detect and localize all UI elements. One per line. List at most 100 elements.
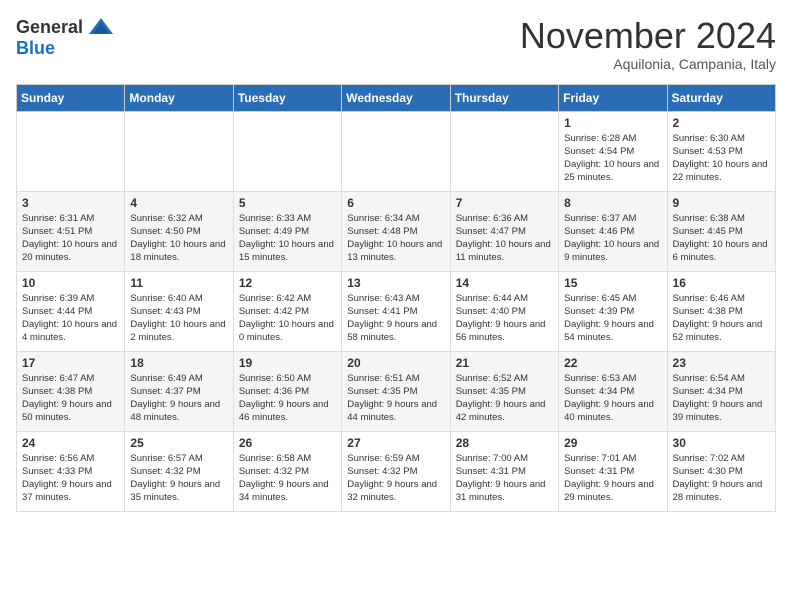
calendar-day-header: Sunday (17, 84, 125, 111)
day-info-text: Sunrise: 6:56 AM Sunset: 4:33 PM Dayligh… (22, 452, 119, 505)
day-info-text: Sunrise: 6:49 AM Sunset: 4:37 PM Dayligh… (130, 372, 227, 425)
day-info-text: Sunrise: 6:40 AM Sunset: 4:43 PM Dayligh… (130, 292, 227, 345)
calendar-day-cell: 16Sunrise: 6:46 AM Sunset: 4:38 PM Dayli… (667, 271, 775, 351)
calendar-day-header: Friday (559, 84, 667, 111)
day-number: 29 (564, 436, 661, 450)
day-number: 30 (673, 436, 770, 450)
day-number: 24 (22, 436, 119, 450)
calendar-week-row: 3 Sunrise: 6:31 AM Sunset: 4:51 PM Daylig… (17, 191, 776, 271)
calendar-day-cell: 3 Sunrise: 6:31 AM Sunset: 4:51 PM Daylig… (17, 191, 125, 271)
month-title: November 2024 (520, 16, 776, 56)
calendar-day-cell: 12 Sunrise: 6:42 AM Sunset: 4:42 PM Dayli… (233, 271, 341, 351)
day-info-text: Sunrise: 6:37 AM Sunset: 4:46 PM Dayligh… (564, 212, 661, 265)
calendar-day-cell: 22 Sunrise: 6:53 AM Sunset: 4:34 PM Dayli… (559, 351, 667, 431)
day-number: 7 (456, 196, 553, 210)
calendar-week-row: 1Sunrise: 6:28 AM Sunset: 4:54 PM Daylig… (17, 111, 776, 191)
day-number: 15 (564, 276, 661, 290)
day-number: 11 (130, 276, 227, 290)
location-text: Aquilonia, Campania, Italy (520, 56, 776, 72)
day-number: 26 (239, 436, 336, 450)
day-info-text: Sunrise: 6:32 AM Sunset: 4:50 PM Dayligh… (130, 212, 227, 265)
calendar-day-cell: 24 Sunrise: 6:56 AM Sunset: 4:33 PM Dayli… (17, 431, 125, 511)
calendar-day-cell: 15Sunrise: 6:45 AM Sunset: 4:39 PM Dayli… (559, 271, 667, 351)
day-number: 16 (673, 276, 770, 290)
calendar-day-cell: 1Sunrise: 6:28 AM Sunset: 4:54 PM Daylig… (559, 111, 667, 191)
day-number: 17 (22, 356, 119, 370)
day-number: 21 (456, 356, 553, 370)
day-number: 13 (347, 276, 444, 290)
logo: General Blue (16, 16, 115, 59)
day-number: 27 (347, 436, 444, 450)
day-info-text: Sunrise: 6:53 AM Sunset: 4:34 PM Dayligh… (564, 372, 661, 425)
day-info-text: Sunrise: 6:47 AM Sunset: 4:38 PM Dayligh… (22, 372, 119, 425)
day-info-text: Sunrise: 7:02 AM Sunset: 4:30 PM Dayligh… (673, 452, 770, 505)
day-info-text: Sunrise: 6:42 AM Sunset: 4:42 PM Dayligh… (239, 292, 336, 345)
calendar-week-row: 24 Sunrise: 6:56 AM Sunset: 4:33 PM Dayli… (17, 431, 776, 511)
page-header: General Blue November 2024 Aquilonia, Ca… (16, 16, 776, 72)
calendar-day-cell: 7 Sunrise: 6:36 AM Sunset: 4:47 PM Daylig… (450, 191, 558, 271)
calendar-day-cell: 26 Sunrise: 6:58 AM Sunset: 4:32 PM Dayli… (233, 431, 341, 511)
day-info-text: Sunrise: 6:36 AM Sunset: 4:47 PM Dayligh… (456, 212, 553, 265)
calendar-day-cell: 11 Sunrise: 6:40 AM Sunset: 4:43 PM Dayli… (125, 271, 233, 351)
logo-blue-text: Blue (16, 38, 55, 59)
logo-general-text: General (16, 17, 83, 38)
calendar-week-row: 10 Sunrise: 6:39 AM Sunset: 4:44 PM Dayli… (17, 271, 776, 351)
day-info-text: Sunrise: 6:33 AM Sunset: 4:49 PM Dayligh… (239, 212, 336, 265)
calendar-day-cell: 18 Sunrise: 6:49 AM Sunset: 4:37 PM Dayli… (125, 351, 233, 431)
calendar-day-cell: 4 Sunrise: 6:32 AM Sunset: 4:50 PM Daylig… (125, 191, 233, 271)
day-number: 18 (130, 356, 227, 370)
day-number: 28 (456, 436, 553, 450)
day-number: 9 (673, 196, 770, 210)
calendar-day-cell: 19Sunrise: 6:50 AM Sunset: 4:36 PM Dayli… (233, 351, 341, 431)
calendar-day-cell: 29 Sunrise: 7:01 AM Sunset: 4:31 PM Dayli… (559, 431, 667, 511)
day-info-text: Sunrise: 6:57 AM Sunset: 4:32 PM Dayligh… (130, 452, 227, 505)
calendar-day-cell (233, 111, 341, 191)
calendar-week-row: 17 Sunrise: 6:47 AM Sunset: 4:38 PM Dayli… (17, 351, 776, 431)
calendar-day-cell: 6 Sunrise: 6:34 AM Sunset: 4:48 PM Daylig… (342, 191, 450, 271)
calendar-day-cell: 23Sunrise: 6:54 AM Sunset: 4:34 PM Dayli… (667, 351, 775, 431)
day-info-text: Sunrise: 6:34 AM Sunset: 4:48 PM Dayligh… (347, 212, 444, 265)
calendar-day-cell: 9 Sunrise: 6:38 AM Sunset: 4:45 PM Daylig… (667, 191, 775, 271)
calendar-day-cell: 21 Sunrise: 6:52 AM Sunset: 4:35 PM Dayli… (450, 351, 558, 431)
day-number: 4 (130, 196, 227, 210)
day-number: 2 (673, 116, 770, 130)
day-number: 12 (239, 276, 336, 290)
day-number: 1 (564, 116, 661, 130)
day-info-text: Sunrise: 6:31 AM Sunset: 4:51 PM Dayligh… (22, 212, 119, 265)
day-info-text: Sunrise: 6:58 AM Sunset: 4:32 PM Dayligh… (239, 452, 336, 505)
day-info-text: Sunrise: 6:51 AM Sunset: 4:35 PM Dayligh… (347, 372, 444, 425)
calendar-day-cell: 27Sunrise: 6:59 AM Sunset: 4:32 PM Dayli… (342, 431, 450, 511)
day-info-text: Sunrise: 6:38 AM Sunset: 4:45 PM Dayligh… (673, 212, 770, 265)
day-number: 10 (22, 276, 119, 290)
day-number: 19 (239, 356, 336, 370)
title-section: November 2024 Aquilonia, Campania, Italy (520, 16, 776, 72)
calendar-day-cell (342, 111, 450, 191)
day-number: 3 (22, 196, 119, 210)
day-number: 22 (564, 356, 661, 370)
calendar-day-header: Monday (125, 84, 233, 111)
calendar-day-cell: 25Sunrise: 6:57 AM Sunset: 4:32 PM Dayli… (125, 431, 233, 511)
day-info-text: Sunrise: 6:52 AM Sunset: 4:35 PM Dayligh… (456, 372, 553, 425)
calendar-day-cell: 5 Sunrise: 6:33 AM Sunset: 4:49 PM Daylig… (233, 191, 341, 271)
day-number: 6 (347, 196, 444, 210)
calendar-day-cell (125, 111, 233, 191)
day-number: 5 (239, 196, 336, 210)
calendar-day-cell: 8Sunrise: 6:37 AM Sunset: 4:46 PM Daylig… (559, 191, 667, 271)
day-number: 20 (347, 356, 444, 370)
day-info-text: Sunrise: 6:30 AM Sunset: 4:53 PM Dayligh… (673, 132, 770, 185)
calendar-day-cell: 17 Sunrise: 6:47 AM Sunset: 4:38 PM Dayli… (17, 351, 125, 431)
calendar-day-cell: 10 Sunrise: 6:39 AM Sunset: 4:44 PM Dayli… (17, 271, 125, 351)
calendar-header-row: SundayMondayTuesdayWednesdayThursdayFrid… (17, 84, 776, 111)
day-info-text: Sunrise: 7:00 AM Sunset: 4:31 PM Dayligh… (456, 452, 553, 505)
calendar-day-header: Wednesday (342, 84, 450, 111)
logo-icon (87, 16, 115, 38)
day-info-text: Sunrise: 6:44 AM Sunset: 4:40 PM Dayligh… (456, 292, 553, 345)
calendar-day-header: Thursday (450, 84, 558, 111)
calendar-day-cell: 14Sunrise: 6:44 AM Sunset: 4:40 PM Dayli… (450, 271, 558, 351)
calendar-day-cell (17, 111, 125, 191)
day-info-text: Sunrise: 7:01 AM Sunset: 4:31 PM Dayligh… (564, 452, 661, 505)
calendar-day-cell (450, 111, 558, 191)
calendar-day-header: Tuesday (233, 84, 341, 111)
day-info-text: Sunrise: 6:39 AM Sunset: 4:44 PM Dayligh… (22, 292, 119, 345)
day-info-text: Sunrise: 6:54 AM Sunset: 4:34 PM Dayligh… (673, 372, 770, 425)
